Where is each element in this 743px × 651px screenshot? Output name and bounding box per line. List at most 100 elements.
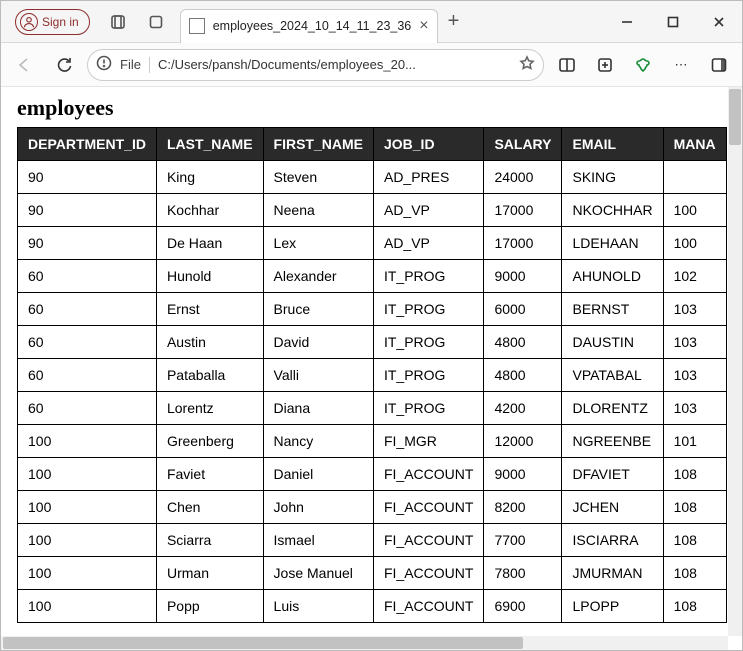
viewport: employees DEPARTMENT_IDLAST_NAMEFIRST_NA… (1, 87, 742, 650)
table-cell: AD_PRES (373, 161, 483, 194)
table-cell: 9000 (484, 458, 562, 491)
page-title: employees (17, 95, 722, 121)
vertical-scrollbar[interactable] (728, 87, 742, 636)
table-cell: Austin (156, 326, 263, 359)
table-cell: IT_PROG (373, 326, 483, 359)
table-cell: FI_ACCOUNT (373, 491, 483, 524)
table-cell: 4800 (484, 326, 562, 359)
table-cell: 8200 (484, 491, 562, 524)
table-cell: ISCIARRA (562, 524, 663, 557)
refresh-button[interactable] (47, 48, 81, 82)
table-cell: Diana (263, 392, 373, 425)
column-header: JOB_ID (373, 128, 483, 161)
table-cell: LPOPP (562, 590, 663, 623)
table-cell: IT_PROG (373, 359, 483, 392)
more-button[interactable]: ⋯ (664, 48, 698, 82)
vertical-scroll-thumb[interactable] (729, 89, 741, 145)
table-cell: 108 (663, 590, 726, 623)
toolbar: File C:/Users/pansh/Documents/employees_… (1, 43, 742, 87)
table-row: 100UrmanJose ManuelFI_ACCOUNT7800JMURMAN… (18, 557, 727, 590)
url-text: C:/Users/pansh/Documents/employees_20... (158, 57, 511, 72)
table-cell: JCHEN (562, 491, 663, 524)
collections-button[interactable] (588, 48, 622, 82)
table-cell: 7700 (484, 524, 562, 557)
horizontal-scrollbar[interactable] (1, 636, 728, 650)
address-bar[interactable]: File C:/Users/pansh/Documents/employees_… (87, 49, 544, 81)
signin-label: Sign in (42, 15, 79, 29)
table-cell: 100 (18, 425, 157, 458)
column-header: DEPARTMENT_ID (18, 128, 157, 161)
column-header: SALARY (484, 128, 562, 161)
table-cell: Greenberg (156, 425, 263, 458)
table-cell: 100 (663, 194, 726, 227)
table-cell: 12000 (484, 425, 562, 458)
page-content: employees DEPARTMENT_IDLAST_NAMEFIRST_NA… (1, 87, 728, 636)
close-button[interactable] (696, 1, 742, 43)
back-button[interactable] (7, 48, 41, 82)
table-cell: 60 (18, 392, 157, 425)
table-cell: 60 (18, 293, 157, 326)
table-cell: Lorentz (156, 392, 263, 425)
table-cell: 9000 (484, 260, 562, 293)
table-cell: SKING (562, 161, 663, 194)
favorite-button[interactable] (519, 55, 535, 74)
table-cell (663, 161, 726, 194)
signin-button[interactable]: Sign in (15, 9, 90, 35)
table-cell: Sciarra (156, 524, 263, 557)
site-info-icon[interactable] (96, 55, 112, 74)
table-row: 60PataballaValliIT_PROG4800VPATABAL103 (18, 359, 727, 392)
horizontal-scroll-thumb[interactable] (3, 637, 523, 649)
table-cell: John (263, 491, 373, 524)
table-cell: Hunold (156, 260, 263, 293)
split-screen-button[interactable] (550, 48, 584, 82)
table-cell: 60 (18, 260, 157, 293)
table-row: 60LorentzDianaIT_PROG4200DLORENTZ103 (18, 392, 727, 425)
table-cell: 90 (18, 194, 157, 227)
table-cell: Jose Manuel (263, 557, 373, 590)
table-row: 100ChenJohnFI_ACCOUNT8200JCHEN108 (18, 491, 727, 524)
table-cell: 17000 (484, 194, 562, 227)
table-row: 100GreenbergNancyFI_MGR12000NGREENBE101 (18, 425, 727, 458)
sidebar-toggle-button[interactable] (702, 48, 736, 82)
avatar-icon (20, 13, 38, 31)
table-cell: JMURMAN (562, 557, 663, 590)
table-cell: 90 (18, 161, 157, 194)
table-cell: FI_ACCOUNT (373, 458, 483, 491)
column-header: FIRST_NAME (263, 128, 373, 161)
tab-title: employees_2024_10_14_11_23_36 (213, 19, 412, 33)
table-cell: 6000 (484, 293, 562, 326)
extensions-button[interactable] (626, 48, 660, 82)
browser-tab[interactable]: employees_2024_10_14_11_23_36 × (180, 9, 438, 43)
table-cell: 100 (18, 524, 157, 557)
table-cell: 108 (663, 458, 726, 491)
table-row: 60AustinDavidIT_PROG4800DAUSTIN103 (18, 326, 727, 359)
table-cell: 60 (18, 359, 157, 392)
table-cell: 100 (18, 458, 157, 491)
table-cell: Daniel (263, 458, 373, 491)
new-tab-button[interactable]: + (448, 10, 460, 33)
table-cell: Urman (156, 557, 263, 590)
table-cell: DLORENTZ (562, 392, 663, 425)
table-cell: Lex (263, 227, 373, 260)
table-cell: IT_PROG (373, 392, 483, 425)
table-cell: Alexander (263, 260, 373, 293)
table-cell: 100 (18, 590, 157, 623)
workspaces-icon[interactable] (104, 8, 132, 36)
table-cell: David (263, 326, 373, 359)
table-cell: King (156, 161, 263, 194)
table-cell: NGREENBE (562, 425, 663, 458)
table-cell: FI_ACCOUNT (373, 524, 483, 557)
table-cell: Chen (156, 491, 263, 524)
browser-window: Sign in employees_2024_10_14_11_23_36 × … (0, 0, 743, 651)
tab-close-button[interactable]: × (419, 18, 428, 34)
maximize-button[interactable] (650, 1, 696, 43)
table-cell: Bruce (263, 293, 373, 326)
table-cell: De Haan (156, 227, 263, 260)
tab-actions-icon[interactable] (142, 8, 170, 36)
table-cell: FI_ACCOUNT (373, 590, 483, 623)
table-cell: Ismael (263, 524, 373, 557)
table-cell: 100 (18, 491, 157, 524)
minimize-button[interactable] (604, 1, 650, 43)
table-cell: 100 (18, 557, 157, 590)
url-scheme-label: File (120, 57, 141, 72)
